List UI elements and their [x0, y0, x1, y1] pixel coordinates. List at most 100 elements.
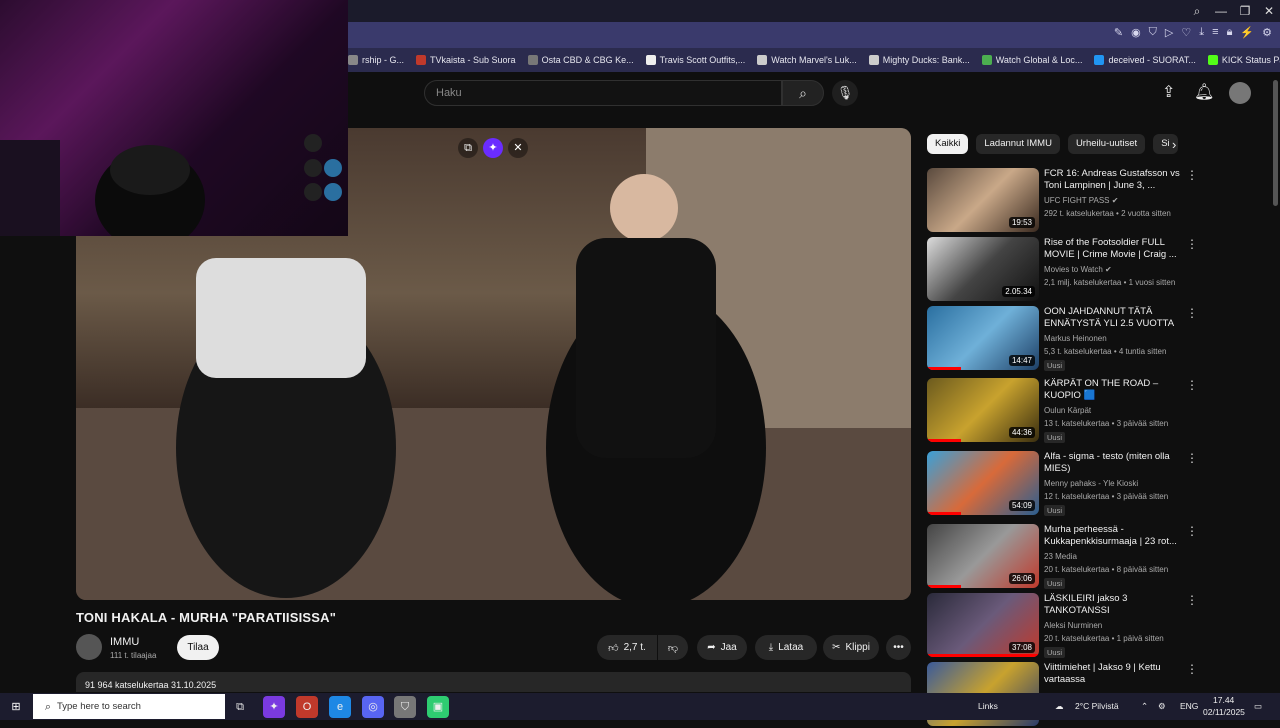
- video-thumbnail[interactable]: 19:53: [927, 168, 1039, 232]
- chevron-right-icon[interactable]: ›: [1172, 137, 1176, 152]
- pip-icon[interactable]: ⧉: [458, 138, 478, 158]
- recommendation-item[interactable]: 19:53 FCR 16: Andreas Gustafsson vs Toni …: [927, 168, 1198, 234]
- recommendation-title[interactable]: Murha perheessä - Kukkapenkkisurmaaja | …: [1044, 524, 1184, 548]
- video-thumbnail[interactable]: 37:08: [927, 593, 1039, 657]
- close-button[interactable]: ✕: [1257, 0, 1280, 22]
- bookmark-item[interactable]: Watch Global & Loc...: [981, 55, 1082, 65]
- links-label[interactable]: Links: [978, 693, 998, 720]
- download-button[interactable]: ⤓ Lataa: [755, 635, 817, 660]
- recommendation-item[interactable]: 54:09 Alfa - sigma - testo (miten olla MI…: [927, 451, 1198, 517]
- recommendation-item[interactable]: 44:36 KÄRPÄT ON THE ROAD – KUOPIO 🟦 Oulun …: [927, 378, 1198, 444]
- more-vert-icon[interactable]: ⋮: [1186, 593, 1198, 607]
- channel-name[interactable]: IMMU: [110, 636, 139, 648]
- app-icon[interactable]: ▣: [427, 696, 449, 718]
- voice-search-button[interactable]: 🎙︎: [832, 80, 858, 106]
- recommendation-channel[interactable]: Oulun Kärpät: [1044, 406, 1091, 415]
- more-vert-icon[interactable]: ⋮: [1186, 524, 1198, 538]
- restore-button[interactable]: ❐: [1233, 0, 1257, 22]
- chevron-up-icon[interactable]: ⌃: [1141, 693, 1148, 720]
- chip[interactable]: Kaikki: [927, 134, 969, 154]
- bookmark-item[interactable]: deceived - SUORAT...: [1094, 55, 1196, 65]
- description-box[interactable]: 91 964 katselukertaa 31.10.2025: [76, 672, 911, 692]
- more-vert-icon[interactable]: ⋮: [1186, 306, 1198, 320]
- chip[interactable]: Urheilu-uutiset: [1067, 134, 1146, 154]
- recommendation-title[interactable]: FCR 16: Andreas Gustafsson vs Toni Lampi…: [1044, 168, 1184, 192]
- bookmark-item[interactable]: Watch Marvel's Luk...: [757, 55, 857, 65]
- more-vert-icon[interactable]: ⋮: [1186, 451, 1198, 465]
- bell-icon[interactable]: 🔔︎: [1194, 82, 1214, 102]
- edge-icon[interactable]: e: [329, 696, 351, 718]
- opera-icon[interactable]: O: [296, 696, 318, 718]
- edit-icon[interactable]: ✎: [1114, 26, 1123, 39]
- recommendation-item[interactable]: 26:06 Murha perheessä - Kukkapenkkisurmaa…: [927, 524, 1198, 590]
- video-thumbnail[interactable]: 26:06: [927, 524, 1039, 588]
- search-button[interactable]: ⌕: [782, 80, 824, 106]
- like-button[interactable]: 👍︎ 2,7 t.: [597, 635, 657, 660]
- recommendation-item[interactable]: 2.05.34 Rise of the Footsoldier FULL MOVI…: [927, 237, 1198, 303]
- recommendation-channel[interactable]: Markus Heinonen: [1044, 334, 1107, 343]
- recommendation-title[interactable]: Rise of the Footsoldier FULL MOVIE | Cri…: [1044, 237, 1184, 261]
- bookmark-item[interactable]: Travis Scott Outfits,...: [645, 55, 745, 65]
- start-icon[interactable]: ⊞: [5, 696, 27, 718]
- recommendation-channel[interactable]: Aleksi Nurminen: [1044, 621, 1102, 630]
- minimize-button[interactable]: —: [1209, 0, 1233, 22]
- search-input[interactable]: Haku: [424, 80, 782, 106]
- recommendation-title[interactable]: LÄSKILEIRI jakso 3 TANKOTANSSI: [1044, 593, 1184, 617]
- channel-avatar[interactable]: [76, 634, 102, 660]
- notification-icon[interactable]: ▭: [1254, 693, 1262, 720]
- menu-icon[interactable]: ≡: [1212, 26, 1218, 39]
- account-avatar[interactable]: [1229, 82, 1251, 104]
- play-icon[interactable]: ▷: [1165, 26, 1173, 39]
- chip[interactable]: Ladannut IMMU: [976, 134, 1060, 154]
- more-vert-icon[interactable]: ⋮: [1186, 378, 1198, 392]
- recommendation-title[interactable]: OON JAHDANNUT TÄTÄ ENNÄTYSTÄ YLI 2.5 VUO…: [1044, 306, 1184, 330]
- recommendation-title[interactable]: Viittimiehet | Jakso 9 | Kettu vartaassa: [1044, 662, 1184, 686]
- sparkle-icon[interactable]: ✦: [483, 138, 503, 158]
- heart-icon[interactable]: ♡: [1181, 26, 1191, 39]
- settings-icon[interactable]: ⚙: [1262, 26, 1272, 39]
- upload-icon[interactable]: ⇪: [1162, 82, 1175, 102]
- search-icon[interactable]: ⌕: [1185, 0, 1209, 22]
- task-view-icon[interactable]: ⧉: [229, 696, 251, 718]
- bookmark-item[interactable]: rship - G...: [348, 55, 404, 65]
- mute-icon[interactable]: ✕: [508, 138, 528, 158]
- more-vert-icon[interactable]: ⋮: [1186, 662, 1198, 676]
- weather-text[interactable]: 2°C Pilvistä: [1075, 693, 1119, 720]
- language-indicator[interactable]: ENG: [1180, 693, 1198, 720]
- more-vert-icon[interactable]: ⋮: [1186, 168, 1198, 182]
- bookmark-item[interactable]: TVkaista - Sub Suora: [416, 55, 516, 65]
- recommendation-item[interactable]: 14:47 OON JAHDANNUT TÄTÄ ENNÄTYSTÄ YLI 2.…: [927, 306, 1198, 372]
- subscribe-button[interactable]: Tilaa: [177, 635, 219, 660]
- video-thumbnail[interactable]: 14:47: [927, 306, 1039, 370]
- discord-icon[interactable]: ◎: [362, 696, 384, 718]
- share-button[interactable]: ➦ Jaa: [697, 635, 747, 660]
- shield-app-icon[interactable]: ⛉: [394, 696, 416, 718]
- more-vert-icon[interactable]: ⋮: [1186, 237, 1198, 251]
- scrollbar[interactable]: [1273, 80, 1278, 206]
- shield-icon[interactable]: ⛉: [1149, 26, 1157, 39]
- more-actions-button[interactable]: •••: [886, 635, 911, 660]
- dislike-button[interactable]: 👎︎: [658, 635, 688, 660]
- bookmark-item[interactable]: KICK Status Page: [1207, 55, 1280, 65]
- network-icon[interactable]: ⚙: [1158, 693, 1166, 720]
- video-thumbnail[interactable]: 2.05.34: [927, 237, 1039, 301]
- camera-icon[interactable]: ◉: [1131, 26, 1141, 39]
- recommendation-channel[interactable]: 23 Media: [1044, 552, 1077, 561]
- recommendation-title[interactable]: Alfa - sigma - testo (miten olla MIES): [1044, 451, 1184, 475]
- recommendation-title[interactable]: KÄRPÄT ON THE ROAD – KUOPIO 🟦: [1044, 378, 1184, 402]
- recommendation-channel[interactable]: UFC FIGHT PASS ✔: [1044, 196, 1118, 205]
- extension-icon[interactable]: ⚡: [1240, 26, 1254, 39]
- download-icon[interactable]: ⤓: [1199, 26, 1204, 39]
- clock-date[interactable]: 02/11/2025: [1203, 699, 1245, 726]
- recommendation-channel[interactable]: Movies to Watch ✔: [1044, 265, 1112, 274]
- bookmark-item[interactable]: Osta CBD & CBG Ke...: [527, 55, 634, 65]
- lock-icon[interactable]: 🔒︎: [1227, 26, 1233, 39]
- taskbar-search[interactable]: Type here to search: [33, 694, 225, 719]
- clip-button[interactable]: ✂ Klippi: [823, 635, 879, 660]
- video-thumbnail[interactable]: 44:36: [927, 378, 1039, 442]
- app-icon[interactable]: ✦: [263, 696, 285, 718]
- recommendation-channel[interactable]: Menny pahaks - Yle Kioski: [1044, 479, 1138, 488]
- bookmark-item[interactable]: Mighty Ducks: Bank...: [868, 55, 970, 65]
- video-thumbnail[interactable]: 54:09: [927, 451, 1039, 515]
- recommendation-item[interactable]: 37:08 LÄSKILEIRI jakso 3 TANKOTANSSI Aleks…: [927, 593, 1198, 659]
